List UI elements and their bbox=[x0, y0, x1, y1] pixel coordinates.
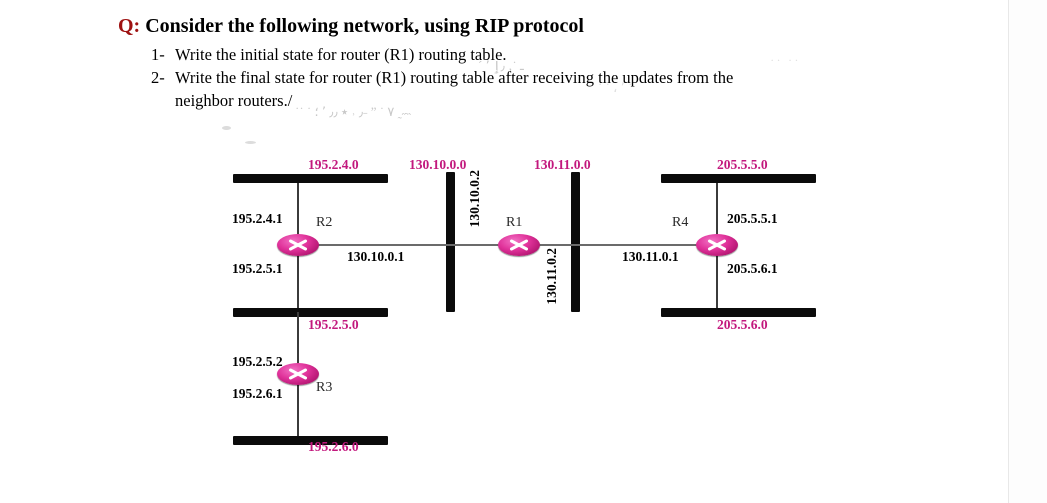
interface-label-130-11-0-2: 130.11.0.2 bbox=[544, 248, 559, 305]
network-label-130-10-0-0: 130.10.0.0 bbox=[409, 157, 467, 172]
router-R1[interactable] bbox=[498, 234, 540, 256]
interface-label-195-2-5-1: 195.2.5.1 bbox=[232, 261, 283, 276]
network-bus-205-5-5-0 bbox=[661, 174, 816, 183]
network-diagram: 195.2.4.0 195.2.4.1 R2 195.2.5.1 195.2.5… bbox=[0, 0, 1047, 503]
network-bus-130-11-0-0 bbox=[571, 172, 580, 312]
link-R2-to-130-10-0-0 bbox=[318, 244, 448, 246]
interface-label-130-10-0-2: 130.10.0.2 bbox=[467, 170, 482, 228]
router-label-R3: R3 bbox=[316, 380, 333, 395]
router-R3[interactable] bbox=[277, 363, 319, 385]
interface-label-195-2-4-1: 195.2.4.1 bbox=[232, 211, 283, 226]
network-label-195-2-6-0: 195.2.6.0 bbox=[308, 439, 359, 454]
link-R3-to-195-2-6-0 bbox=[297, 379, 299, 440]
interface-label-205-5-6-1: 205.5.6.1 bbox=[727, 261, 778, 276]
interface-label-195-2-5-2: 195.2.5.2 bbox=[232, 354, 283, 369]
network-label-205-5-5-0: 205.5.5.0 bbox=[717, 157, 768, 172]
interface-label-130-10-0-1: 130.10.0.1 bbox=[347, 249, 405, 264]
link-R2-to-195-2-5-0 bbox=[297, 250, 299, 312]
network-bus-195-2-4-0 bbox=[233, 174, 388, 183]
network-bus-130-10-0-0 bbox=[446, 172, 455, 312]
network-label-205-5-6-0: 205.5.6.0 bbox=[717, 317, 768, 332]
router-label-R1: R1 bbox=[506, 215, 523, 230]
router-label-R2: R2 bbox=[316, 215, 333, 230]
link-R1-to-130-11-0-0 bbox=[538, 244, 573, 246]
network-label-195-2-5-0: 195.2.5.0 bbox=[308, 317, 359, 332]
network-label-195-2-4-0: 195.2.4.0 bbox=[308, 157, 359, 172]
router-label-R4: R4 bbox=[672, 215, 689, 230]
network-bus-195-2-5-0 bbox=[233, 308, 388, 317]
network-bus-205-5-6-0 bbox=[661, 308, 816, 317]
interface-label-205-5-5-1: 205.5.5.1 bbox=[727, 211, 778, 226]
router-R2[interactable] bbox=[277, 234, 319, 256]
link-130-11-0-0-to-R4 bbox=[571, 244, 708, 246]
link-R4-to-205-5-6-0 bbox=[716, 250, 718, 312]
page-sheet: Q: Consider the following network, using… bbox=[0, 0, 1047, 503]
interface-label-195-2-6-1: 195.2.6.1 bbox=[232, 386, 283, 401]
network-label-130-11-0-0: 130.11.0.0 bbox=[534, 157, 591, 172]
interface-label-130-11-0-1: 130.11.0.1 bbox=[622, 249, 679, 264]
router-R4[interactable] bbox=[696, 234, 738, 256]
